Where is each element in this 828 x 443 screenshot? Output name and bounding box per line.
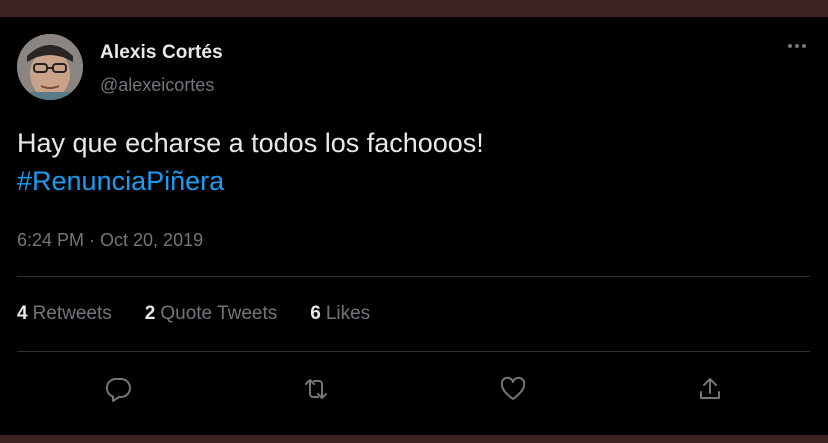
heart-icon — [500, 376, 526, 400]
more-icon[interactable] — [784, 39, 810, 53]
quote-tweets-label: Quote Tweets — [160, 303, 278, 324]
engagement-stats: 4 Retweets 2 Quote Tweets 6 Likes — [17, 303, 370, 325]
quote-tweets-stat[interactable]: 2 Quote Tweets — [145, 303, 277, 325]
quote-tweets-count: 2 — [144, 303, 156, 324]
share-icon — [700, 378, 720, 399]
author-name[interactable]: Alexis Cortés — [100, 42, 223, 64]
tweet-card: Alexis Cortés @alexeicortes Hay que echa… — [0, 17, 828, 435]
tweet-body: Hay que echarse a todos los fachooos! #R… — [17, 124, 797, 200]
share-button[interactable] — [690, 369, 730, 409]
like-button[interactable] — [493, 369, 533, 409]
retweets-count: 4 — [17, 303, 28, 324]
tweet-timestamp[interactable]: 6:24 PM · Oct 20, 2019 — [17, 230, 203, 251]
retweets-label: Retweets — [32, 303, 112, 324]
retweet-icon — [305, 379, 327, 399]
divider — [17, 351, 810, 352]
retweet-button[interactable] — [296, 369, 336, 409]
likes-stat[interactable]: 6 Likes — [310, 303, 370, 325]
tweet-text: Hay que echarse a todos los fachooos! — [17, 128, 484, 158]
retweets-stat[interactable]: 4 Retweets — [17, 303, 112, 325]
author-handle[interactable]: @alexeicortes — [100, 75, 214, 96]
likes-count: 6 — [310, 303, 321, 324]
hashtag-link[interactable]: #RenunciaPiñera — [17, 162, 797, 200]
action-bar — [0, 369, 828, 409]
reply-icon — [105, 378, 131, 402]
divider — [17, 276, 810, 277]
likes-label: Likes — [325, 303, 371, 324]
avatar[interactable] — [17, 34, 83, 100]
reply-button[interactable] — [98, 369, 138, 409]
